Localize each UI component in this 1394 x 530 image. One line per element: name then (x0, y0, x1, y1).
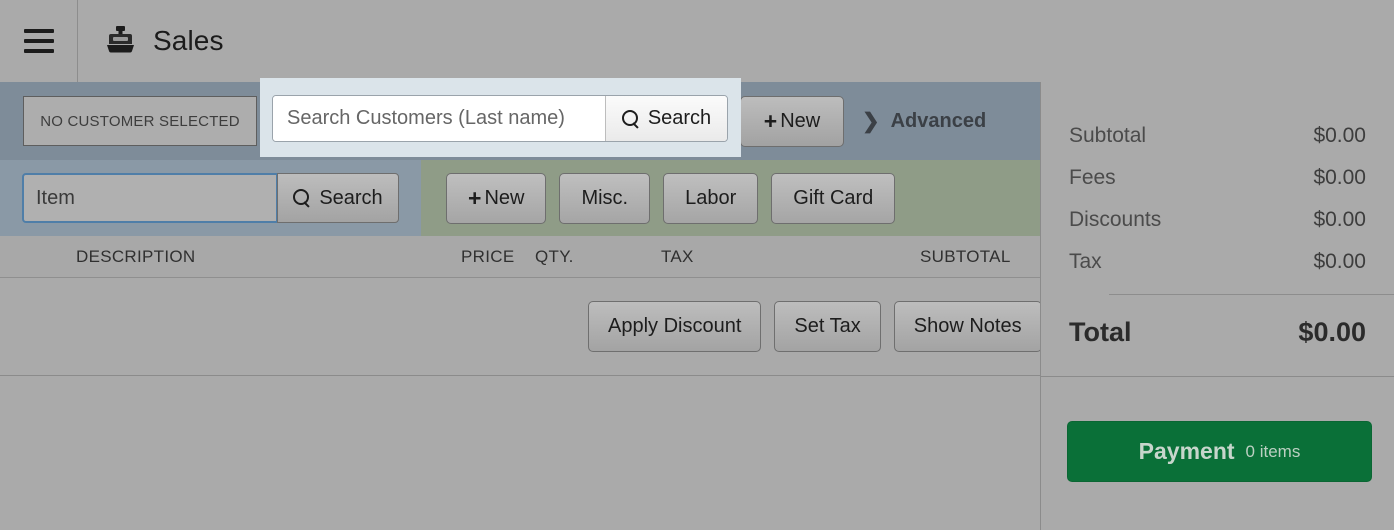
totals-label-fees: Fees (1069, 166, 1116, 189)
menu-button[interactable] (0, 0, 78, 82)
sales-screen: Sales NO CUSTOMER SELECTED + New ❯ Advan… (0, 0, 1394, 530)
add-misc-item-button[interactable]: Misc. (559, 173, 651, 224)
add-gift-card-button[interactable]: Gift Card (771, 173, 896, 224)
app-header: Sales (0, 0, 1394, 82)
page-title-group: Sales (78, 0, 224, 82)
apply-discount-button[interactable]: Apply Discount (588, 301, 762, 352)
item-actions-group: + New Misc. Labor Gift Card (446, 173, 896, 224)
totals-label-discounts: Discounts (1069, 208, 1162, 231)
set-tax-button[interactable]: Set Tax (774, 301, 881, 352)
hamburger-icon (23, 29, 54, 53)
column-header-description: DESCRIPTION (76, 247, 196, 266)
column-header-tax: TAX (661, 247, 694, 266)
advanced-label: Advanced (890, 110, 987, 132)
add-labor-item-button[interactable]: Labor (663, 173, 759, 224)
totals-rule (1109, 294, 1394, 295)
payment-button[interactable]: Payment 0 items (1067, 421, 1372, 482)
add-new-item-label: New (484, 187, 525, 209)
cart-actions-group: Apply Discount Set Tax Show Notes (588, 301, 1042, 352)
customer-search-button[interactable]: Search (605, 96, 727, 141)
column-header-subtotal: SUBTOTAL (920, 247, 1011, 266)
totals-row-tax: Tax $0.00 (1069, 241, 1366, 283)
totals-row-fees: Fees $0.00 (1069, 157, 1366, 199)
plus-icon: + (763, 108, 778, 134)
item-search-group: Search (22, 173, 400, 223)
totals-panel: Subtotal $0.00 Fees $0.00 Discounts $0.0… (1041, 82, 1394, 376)
totals-bottom-divider (1041, 376, 1394, 377)
show-notes-button[interactable]: Show Notes (893, 301, 1042, 352)
page-title: Sales (153, 25, 224, 56)
cart-table-header: DESCRIPTION PRICE QTY. TAX SUBTOTAL (0, 236, 1040, 278)
cart-divider (0, 375, 1040, 376)
payment-item-count: 0 items (1245, 441, 1301, 461)
add-new-item-button[interactable]: + New (446, 173, 547, 224)
customer-search-group: Search (272, 95, 728, 142)
plus-icon: + (468, 185, 482, 211)
item-search-input[interactable] (22, 173, 278, 223)
customer-search-input[interactable] (273, 96, 605, 141)
item-search-button[interactable]: Search (277, 173, 399, 223)
totals-amount-tax: $0.00 (1313, 250, 1366, 273)
tutorial-spotlight-overlay: Search (260, 78, 741, 157)
totals-amount-discounts: $0.00 (1313, 208, 1366, 231)
item-actions-bar: + New Misc. Labor Gift Card (421, 160, 1040, 236)
advanced-search-link[interactable]: ❯ Advanced (862, 96, 986, 147)
totals-row-subtotal: Subtotal $0.00 (1069, 115, 1366, 157)
column-header-qty: QTY. (535, 247, 574, 266)
total-label: Total (1069, 316, 1132, 347)
search-icon (293, 189, 311, 207)
totals-row-discounts: Discounts $0.00 (1069, 199, 1366, 241)
customer-search-button-label: Search (647, 107, 712, 129)
item-search-bar: Search (0, 160, 421, 236)
total-amount: $0.00 (1298, 316, 1366, 347)
column-header-price: PRICE (461, 247, 515, 266)
totals-amount-subtotal: $0.00 (1313, 124, 1366, 147)
payment-button-label: Payment (1138, 438, 1235, 464)
cash-register-icon (103, 26, 137, 56)
totals-row-total: Total $0.00 (1069, 310, 1366, 354)
totals-label-tax: Tax (1069, 250, 1102, 273)
chevron-right-icon: ❯ (862, 110, 880, 133)
no-customer-selected-button[interactable]: NO CUSTOMER SELECTED (23, 96, 257, 146)
totals-label-subtotal: Subtotal (1069, 124, 1147, 147)
totals-amount-fees: $0.00 (1313, 166, 1366, 189)
new-customer-label: New (780, 110, 821, 132)
new-customer-button[interactable]: + New (740, 96, 844, 147)
search-icon (621, 109, 640, 128)
item-search-button-label: Search (319, 186, 383, 209)
